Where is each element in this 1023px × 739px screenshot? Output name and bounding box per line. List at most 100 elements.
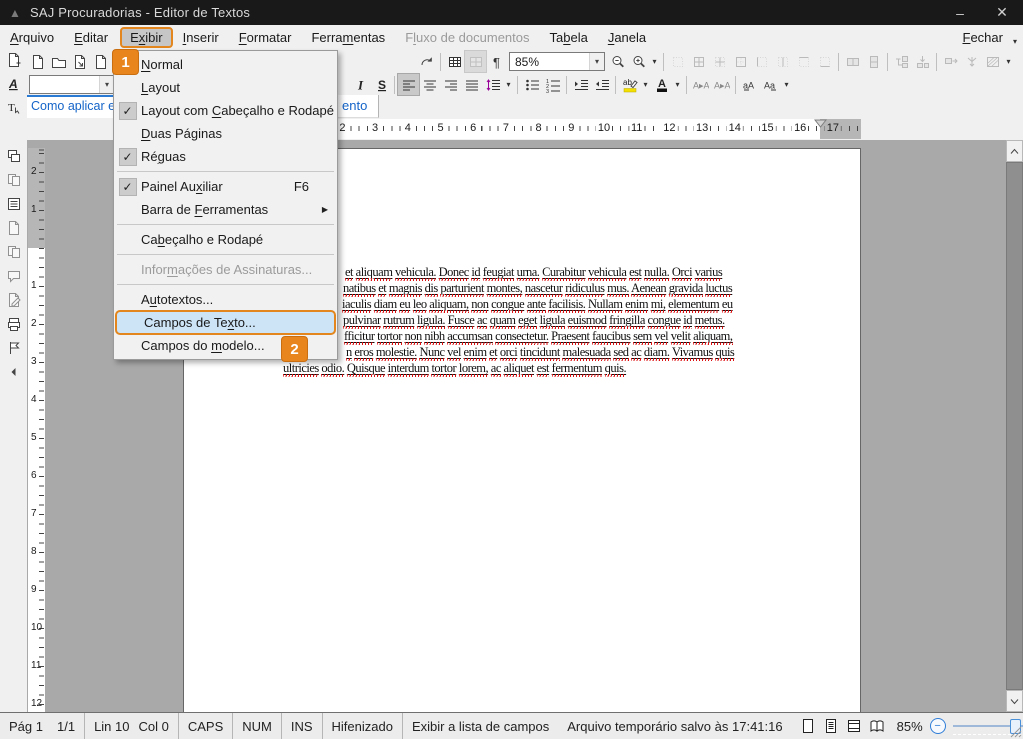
highlight-icon[interactable]: ab — [619, 74, 640, 95]
menubar-exibir[interactable]: Exibir — [120, 27, 173, 48]
scroll-up-button[interactable] — [1006, 140, 1023, 162]
view-two-pages-icon[interactable] — [867, 716, 887, 736]
check-icon: ✓ — [119, 148, 137, 166]
minimize-button[interactable]: – — [939, 0, 981, 25]
menu-item-layout-com-cabeçalho-e-rodapé[interactable]: ✓Layout com Cabeçalho e Rodapé — [114, 99, 337, 122]
dropdown-arrow-icon[interactable]: ▾ — [1003, 51, 1014, 72]
dropdown-arrow-icon[interactable]: ▾ — [649, 51, 660, 72]
field-list-icon[interactable] — [2, 192, 26, 216]
menubar-fluxo-de-documentos[interactable]: Fluxo de documentos — [395, 27, 539, 48]
vertical-scrollbar[interactable] — [1006, 140, 1023, 712]
border-top-icon — [793, 51, 814, 72]
scroll-down-button[interactable] — [1006, 690, 1023, 712]
menubar-ferramentas[interactable]: Ferramentas — [301, 27, 395, 48]
filter-fields-icon[interactable] — [2, 336, 26, 360]
close-button[interactable]: ✕ — [981, 0, 1023, 25]
arrange-windows-icon[interactable] — [2, 144, 26, 168]
import-document-icon[interactable] — [69, 51, 90, 72]
ruler-number: 3 — [370, 122, 380, 135]
decrease-indent-icon[interactable] — [591, 74, 612, 95]
uppercase-icon[interactable]: aA — [739, 74, 760, 95]
view-layout-icon[interactable] — [821, 716, 841, 736]
svg-text:S: S — [378, 78, 386, 92]
ruler-number: 17 — [825, 122, 841, 135]
how-to-apply-link[interactable]: Como aplicar e — [27, 97, 113, 113]
menubar-formatar[interactable]: Formatar — [229, 27, 302, 48]
print-icon[interactable] — [2, 312, 26, 336]
bullet-list-icon[interactable] — [521, 74, 542, 95]
align-right-icon[interactable] — [440, 74, 461, 95]
status-ins-toggle[interactable]: INS — [282, 713, 323, 739]
font-combo[interactable]: ▾ — [29, 75, 115, 94]
menu-item-réguas[interactable]: ✓Réguas — [114, 145, 337, 168]
condense-spacing-icon: A▸A — [711, 74, 732, 95]
menu-item-normal[interactable]: Normal — [114, 53, 337, 76]
paragraph-marks-icon[interactable]: ¶ — [486, 51, 507, 72]
menu-item-cabeçalho-e-rodapé[interactable]: Cabeçalho e Rodapé — [114, 228, 337, 251]
check-icon: ✓ — [119, 178, 137, 196]
pages-icon — [2, 240, 26, 264]
zoom-in-icon[interactable] — [628, 51, 649, 72]
redo-icon[interactable] — [416, 51, 437, 72]
resize-grip[interactable] — [1009, 725, 1022, 738]
collapse-panel-icon[interactable] — [2, 360, 26, 384]
apply-style-icon[interactable]: T — [2, 96, 26, 120]
format-font-icon[interactable]: A — [2, 72, 26, 96]
dropdown-arrow-icon[interactable]: ▾ — [781, 74, 792, 95]
menu-item-layout[interactable]: Layout — [114, 76, 337, 99]
insert-table-icon[interactable] — [444, 51, 465, 72]
status-bar: Pág 11/1 Lin 10Col 0 CAPS NUM INS Hifeni… — [0, 712, 1023, 739]
underline-icon[interactable]: S — [370, 74, 391, 95]
align-center-icon[interactable] — [419, 74, 440, 95]
new-blank-document-icon[interactable] — [27, 51, 48, 72]
ruler-number: 8 — [534, 122, 544, 135]
menubar-editar[interactable]: Editar — [64, 27, 118, 48]
zoom-out-button[interactable]: − — [930, 718, 946, 734]
menu-item-painel-auxiliar[interactable]: ✓Painel AuxiliarF6 — [114, 175, 337, 198]
zoom-combo[interactable]: 85%▾ — [509, 52, 605, 71]
toolbar-separator — [686, 76, 687, 94]
zoom-out-icon[interactable] — [607, 51, 628, 72]
status-caps-toggle[interactable]: CAPS — [179, 713, 233, 739]
combo-arrow-icon[interactable]: ▾ — [99, 76, 114, 93]
menubar-fechar[interactable]: Fechar — [953, 27, 1013, 48]
numbered-list-icon[interactable]: 123 — [542, 74, 563, 95]
new-document-icon[interactable] — [2, 48, 26, 72]
italic-icon[interactable]: I — [349, 74, 370, 95]
status-num-toggle[interactable]: NUM — [233, 713, 282, 739]
document-text-line: pulvinar rutrum ligula. Fusce ac quam eg… — [343, 312, 725, 328]
document-tab[interactable]: ento — [338, 95, 379, 118]
document-text-line: natibus et magnis dis parturient montes,… — [343, 280, 732, 296]
toolbar-overflow-icon[interactable]: ▾ — [1013, 29, 1023, 46]
ruler-number: 8 — [31, 546, 37, 557]
status-hyphen-toggle[interactable]: Hifenizado — [323, 713, 403, 739]
scrollbar-thumb[interactable] — [1006, 162, 1023, 690]
menubar-tabela[interactable]: Tabela — [540, 27, 598, 48]
dropdown-arrow-icon[interactable]: ▾ — [503, 74, 514, 95]
menubar-inserir[interactable]: Inserir — [173, 27, 229, 48]
menubar-arquivo[interactable]: Arquivo — [0, 27, 64, 48]
menu-item-campos-de-texto[interactable]: Campos de Texto... — [115, 310, 336, 335]
justify-icon[interactable] — [461, 74, 482, 95]
font-color-icon[interactable]: A — [651, 74, 672, 95]
menubar-janela[interactable]: Janela — [598, 27, 656, 48]
cell-shading-icon — [982, 51, 1003, 72]
combo-arrow-icon[interactable]: ▾ — [589, 53, 604, 70]
menu-item-barra-de-ferramentas[interactable]: Barra de Ferramentas▶ — [114, 198, 337, 221]
vertical-ruler[interactable]: 21123456789101112 — [28, 148, 45, 712]
line-spacing-icon[interactable] — [482, 74, 503, 95]
lowercase-icon[interactable]: Aa — [760, 74, 781, 95]
view-header-footer-icon[interactable] — [844, 716, 864, 736]
dropdown-arrow-icon[interactable]: ▾ — [672, 74, 683, 95]
view-normal-icon[interactable] — [798, 716, 818, 736]
ruler-number: 14 — [727, 122, 743, 135]
align-left-icon[interactable] — [398, 74, 419, 95]
document-icon[interactable] — [90, 51, 111, 72]
menu-item-autotextos[interactable]: Autotextos... — [114, 288, 337, 311]
dropdown-arrow-icon[interactable]: ▾ — [640, 74, 651, 95]
open-document-icon[interactable] — [48, 51, 69, 72]
menu-item-duas-páginas[interactable]: Duas Páginas — [114, 122, 337, 145]
increase-indent-icon[interactable] — [570, 74, 591, 95]
flow-forward-icon — [940, 51, 961, 72]
menu-separator — [117, 171, 334, 172]
